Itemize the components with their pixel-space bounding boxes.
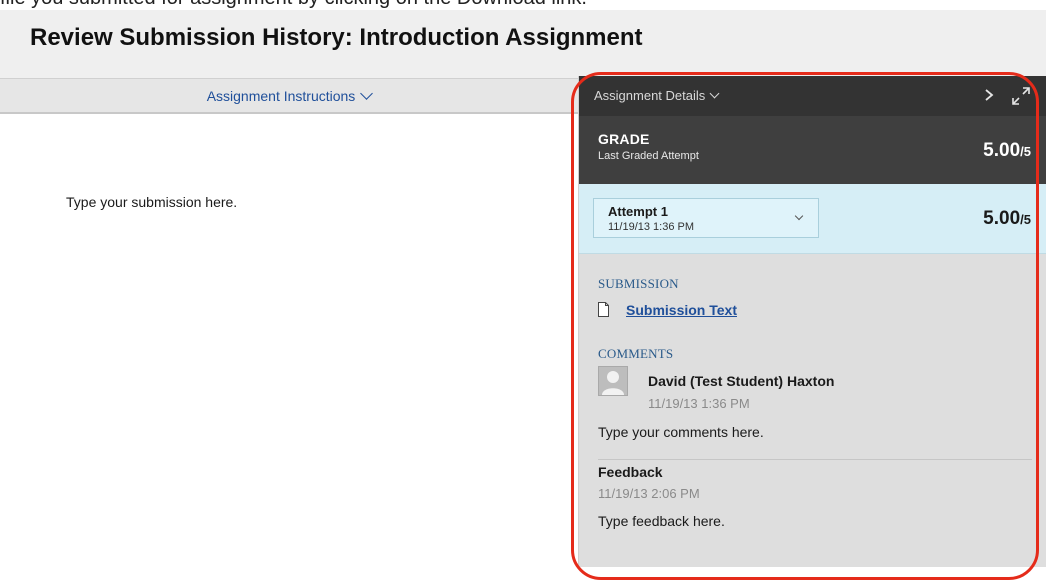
comment-author: David (Test Student) Haxton xyxy=(648,373,835,389)
chevron-down-icon xyxy=(360,87,374,100)
feedback-text: Type feedback here. xyxy=(598,513,725,529)
attempt-date: 11/19/13 1:36 PM xyxy=(608,221,695,233)
assignment-details-label: Assignment Details xyxy=(594,88,706,103)
submission-body-text: Type your submission here. xyxy=(66,194,238,210)
tutorial-caption: file you submitted for assignment by cli… xyxy=(0,0,587,10)
grade-score-value: 5.00 xyxy=(983,140,1021,161)
document-icon xyxy=(598,302,609,317)
attempt-score-out-of: /5 xyxy=(1020,212,1031,227)
expand-icon[interactable] xyxy=(1012,87,1030,105)
assignment-details-panel: Assignment Details GRADE Last Graded Att… xyxy=(578,76,1046,567)
attempt-select[interactable]: Attempt 1 11/19/13 1:36 PM xyxy=(593,198,819,238)
assignment-instructions-toggle[interactable]: Assignment Instructions xyxy=(0,79,578,113)
feedback-label: Feedback xyxy=(598,464,663,480)
user-silhouette-icon xyxy=(602,371,624,395)
comments-heading: COMMENTS xyxy=(598,346,674,361)
details-panel-header: Assignment Details xyxy=(579,76,1046,116)
assignment-instructions-label: Assignment Instructions xyxy=(206,88,356,104)
chevron-right-icon[interactable] xyxy=(984,89,994,101)
chevron-down-icon xyxy=(794,211,804,221)
grade-sublabel: Last Graded Attempt xyxy=(598,150,699,162)
grade-score: 5.00/5 xyxy=(983,140,1031,162)
grade-score-out-of: /5 xyxy=(1020,144,1031,159)
submission-text-link[interactable]: Submission Text xyxy=(626,302,737,318)
submission-heading: SUBMISSION xyxy=(598,276,679,291)
comment-text: Type your comments here. xyxy=(598,424,764,440)
page-title: Review Submission History: Introduction … xyxy=(30,24,643,51)
chevron-down-icon xyxy=(709,88,720,99)
divider xyxy=(598,459,1032,460)
attempt-name: Attempt 1 xyxy=(608,204,668,219)
attempt-score: 5.00/5 xyxy=(983,208,1031,230)
instructions-bar: Assignment Instructions xyxy=(0,78,578,114)
assignment-details-toggle[interactable]: Assignment Details xyxy=(594,76,720,116)
avatar xyxy=(598,366,628,396)
grade-summary: GRADE Last Graded Attempt 5.00/5 xyxy=(579,116,1046,184)
comment-date: 11/19/13 1:36 PM xyxy=(648,396,750,411)
attempt-score-value: 5.00 xyxy=(983,208,1021,229)
attempt-row: Attempt 1 11/19/13 1:36 PM 5.00/5 xyxy=(579,184,1046,254)
page-header: Review Submission History: Introduction … xyxy=(0,10,1046,78)
feedback-date: 11/19/13 2:06 PM xyxy=(598,486,700,501)
grade-label: GRADE xyxy=(598,131,650,147)
